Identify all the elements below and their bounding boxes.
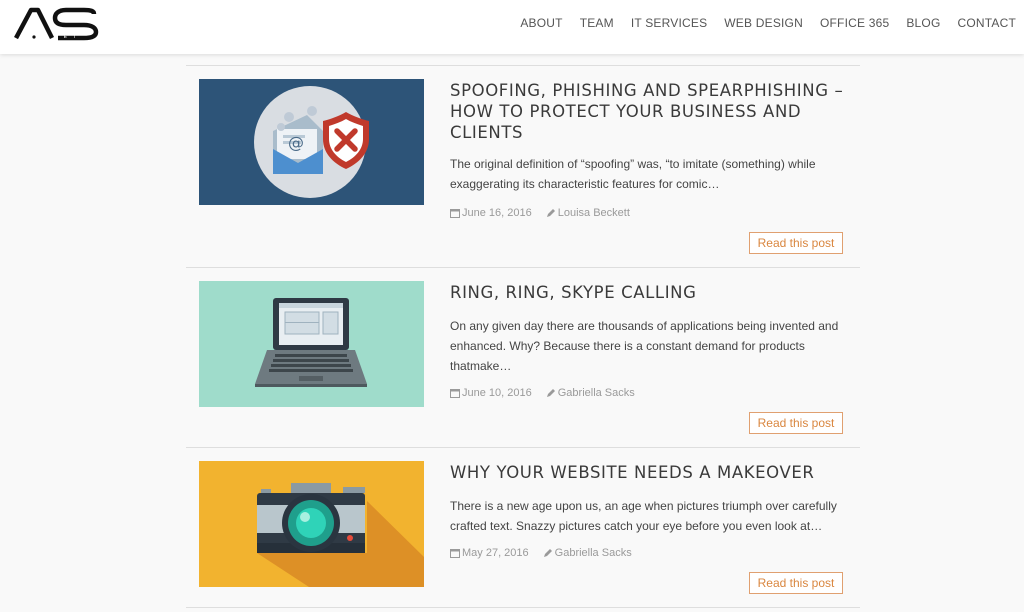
read-post-button[interactable]: Read this post [749,412,843,434]
post-thumbnail[interactable] [199,461,424,587]
post-divider [186,65,860,66]
post-divider [186,447,860,448]
nav-blog[interactable]: BLOG [898,15,949,31]
post-date: June 16, 2016 [462,207,532,219]
post-divider [186,267,860,268]
post-date: June 10, 2016 [462,387,532,399]
post-meta: May 27, 2016 Gabriella Sacks [450,547,632,559]
nav-team[interactable]: TEAM [571,15,622,31]
calendar-icon [450,549,460,558]
post-excerpt: There is a new age upon us, an age when … [450,499,837,533]
pencil-icon [546,389,555,397]
nav-office-365[interactable]: OFFICE 365 [811,15,897,31]
post-author[interactable]: Gabriella Sacks [558,387,635,399]
calendar-icon [450,209,460,218]
nav-contact[interactable]: CONTACT [949,15,1016,31]
read-post-button[interactable]: Read this post [749,232,843,254]
post-title[interactable]: WHY YOUR WEBSITE NEEDS A MAKEOVER [450,462,850,483]
email-shield-icon: @ [199,79,424,205]
svg-text:@: @ [288,133,304,152]
pencil-icon [543,549,552,557]
laptop-icon [199,281,424,407]
post-author[interactable]: Gabriella Sacks [555,547,632,559]
logo-subtext: NET [54,34,82,40]
post-excerpt: The original definition of “spoofing” wa… [450,157,816,191]
site-logo[interactable]: NET [14,6,100,42]
nav-about[interactable]: ABOUT [512,15,571,31]
post-meta: June 10, 2016 Gabriella Sacks [450,387,635,399]
main-nav: ABOUT TEAM IT SERVICES WEB DESIGN OFFICE… [512,15,1016,31]
post-meta: June 16, 2016 Louisa Beckett [450,207,630,219]
post-divider [186,607,860,608]
camera-icon [199,461,424,587]
post-date: May 27, 2016 [462,547,529,559]
calendar-icon [450,389,460,398]
post-thumbnail[interactable]: @ [199,79,424,205]
post-title[interactable]: SPOOFING, PHISHING AND SPEARPHISHING – H… [450,80,850,143]
read-post-button[interactable]: Read this post [749,572,843,594]
post-excerpt: On any given day there are thousands of … [450,319,839,373]
nav-it-services[interactable]: IT SERVICES [622,15,715,31]
post-author[interactable]: Louisa Beckett [558,207,630,219]
nav-web-design[interactable]: WEB DESIGN [716,15,812,31]
post-thumbnail[interactable] [199,281,424,407]
post-title[interactable]: RING, RING, SKYPE CALLING [450,282,850,303]
pencil-icon [546,209,555,217]
site-header: NET ABOUT TEAM IT SERVICES WEB DESIGN OF… [0,0,1024,54]
